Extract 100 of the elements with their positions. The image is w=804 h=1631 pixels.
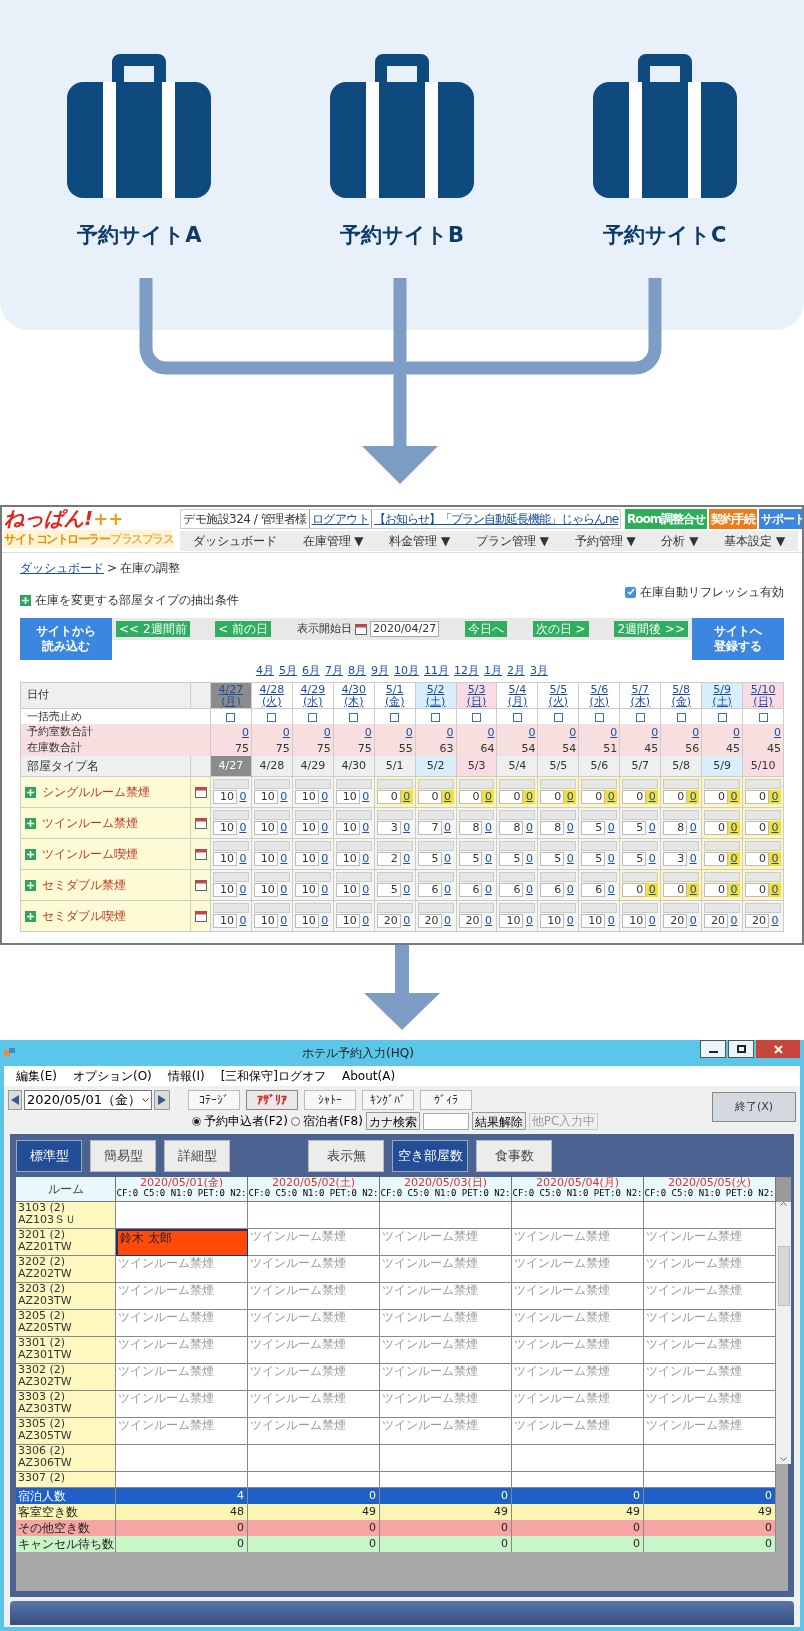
stock-field[interactable]: 10 [253, 790, 278, 804]
stock-field[interactable]: 10 [253, 821, 278, 835]
view-tab[interactable]: 標準型 [16, 1140, 82, 1172]
display-tab[interactable]: 空き部屋数 [392, 1140, 468, 1172]
nav-item[interactable]: 分析 ▼ [661, 532, 699, 550]
stock-field[interactable]: 5 [581, 821, 606, 835]
stock-field[interactable]: 10 [294, 790, 319, 804]
sold-link[interactable]: 0 [564, 790, 577, 804]
sold-link[interactable]: 0 [687, 852, 700, 866]
room-type-link[interactable]: セミダブル禁煙 [42, 876, 126, 894]
input-field[interactable] [335, 810, 372, 820]
exit-button[interactable]: 終了(X) [712, 1092, 796, 1122]
menu-item[interactable]: 情報(I) [167, 1067, 205, 1085]
sold-link[interactable]: 0 [277, 790, 290, 804]
input-field[interactable] [213, 810, 249, 820]
sold-link[interactable]: 0 [605, 852, 618, 866]
stock-field[interactable]: 10 [213, 790, 237, 804]
input-field[interactable] [745, 779, 781, 789]
stock-field[interactable]: 6 [540, 883, 565, 897]
total-link[interactable]: 0 [610, 725, 618, 739]
stock-field[interactable]: 10 [335, 914, 360, 928]
sold-link[interactable]: 0 [687, 821, 700, 835]
input-field[interactable] [376, 903, 413, 913]
month-link[interactable]: 3月 [530, 663, 548, 678]
building-button[interactable]: ｱｻﾞﾘｱ [246, 1090, 298, 1110]
stock-field[interactable]: 0 [622, 883, 647, 897]
expand-icon[interactable] [25, 817, 36, 829]
month-link[interactable]: 4月 [256, 663, 274, 678]
input-field[interactable] [294, 841, 331, 851]
minimize-button[interactable] [700, 1040, 726, 1058]
sold-link[interactable]: 0 [236, 914, 249, 928]
sold-link[interactable]: 0 [318, 821, 331, 835]
expand-icon[interactable] [25, 786, 36, 798]
checkbox[interactable] [308, 712, 318, 722]
stock-field[interactable]: 6 [581, 883, 606, 897]
stock-field[interactable]: 10 [335, 821, 360, 835]
sold-link[interactable]: 0 [482, 914, 495, 928]
sold-link[interactable]: 0 [523, 914, 536, 928]
sold-link[interactable]: 0 [318, 883, 331, 897]
sold-link[interactable]: 0 [728, 883, 741, 897]
input-field[interactable] [622, 903, 659, 913]
start-date-field[interactable]: 2020/04/27 [369, 621, 440, 637]
sold-link[interactable]: 0 [728, 852, 741, 866]
stock-field[interactable]: 20 [745, 914, 769, 928]
stock-field[interactable]: 0 [663, 790, 688, 804]
stock-field[interactable]: 5 [540, 852, 565, 866]
input-field[interactable] [253, 903, 290, 913]
total-link[interactable]: 0 [405, 725, 413, 739]
stock-field[interactable]: 5 [376, 883, 401, 897]
date-header[interactable]: 5/6 (水) [579, 683, 621, 709]
register-button[interactable]: サイトへ 登録する [692, 618, 784, 660]
input-field[interactable] [294, 779, 331, 789]
input-field[interactable] [417, 872, 454, 882]
input-field[interactable] [417, 903, 454, 913]
search-field[interactable] [422, 1112, 469, 1130]
maximize-button[interactable] [728, 1040, 754, 1058]
date-header[interactable]: 4/30 (木) [333, 683, 375, 709]
input-field[interactable] [335, 779, 372, 789]
nav-item[interactable]: ダッシュボード [192, 532, 277, 550]
stock-field[interactable]: 10 [294, 821, 319, 835]
date-header[interactable]: 4/28 (火) [251, 683, 293, 709]
stock-field[interactable]: 3 [663, 852, 688, 866]
nav-item[interactable]: 基本設定 ▼ [724, 532, 786, 550]
sold-link[interactable]: 0 [646, 821, 659, 835]
input-field[interactable] [663, 872, 700, 882]
nav-item[interactable]: 予約管理 ▼ [574, 532, 636, 550]
input-field[interactable] [499, 810, 536, 820]
stock-field[interactable]: 20 [417, 914, 442, 928]
stock-field[interactable]: 0 [704, 790, 729, 804]
input-field[interactable] [540, 872, 577, 882]
input-field[interactable] [294, 872, 331, 882]
date-header[interactable]: 5/7 (木) [620, 683, 662, 709]
input-field[interactable] [417, 810, 454, 820]
total-link[interactable]: 0 [733, 725, 741, 739]
input-field[interactable] [213, 903, 249, 913]
close-button[interactable] [756, 1040, 800, 1058]
input-field[interactable] [581, 872, 618, 882]
stock-field[interactable]: 5 [499, 852, 524, 866]
stock-field[interactable]: 3 [376, 821, 401, 835]
checkbox[interactable] [625, 586, 636, 598]
input-field[interactable] [581, 903, 618, 913]
stock-field[interactable]: 6 [417, 883, 442, 897]
stock-field[interactable]: 10 [213, 852, 237, 866]
sold-link[interactable]: 0 [400, 914, 413, 928]
calendar-icon[interactable] [194, 848, 207, 860]
input-field[interactable] [540, 779, 577, 789]
date-header[interactable]: 5/3 (日) [456, 683, 498, 709]
next-day-button[interactable] [154, 1090, 170, 1110]
stock-field[interactable]: 8 [458, 821, 483, 835]
stock-field[interactable]: 0 [417, 790, 442, 804]
stock-field[interactable]: 10 [581, 914, 606, 928]
total-link[interactable]: 0 [487, 725, 495, 739]
sold-link[interactable]: 0 [728, 821, 741, 835]
input-field[interactable] [213, 779, 249, 789]
input-field[interactable] [458, 903, 495, 913]
total-link[interactable]: 0 [282, 725, 290, 739]
input-field[interactable] [704, 872, 741, 882]
stock-field[interactable]: 0 [458, 790, 483, 804]
display-tab[interactable]: 食事数 [476, 1140, 552, 1172]
checkbox[interactable] [676, 712, 686, 722]
